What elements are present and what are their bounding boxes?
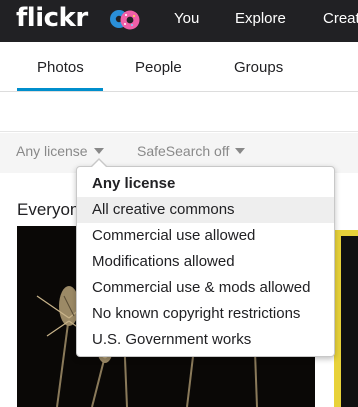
license-option-commercial[interactable]: Commercial use allowed <box>77 223 334 249</box>
license-option-any[interactable]: Any license <box>77 171 334 197</box>
search-type-tabs: Photos People Groups <box>0 42 358 92</box>
license-option-modifications[interactable]: Modifications allowed <box>77 249 334 275</box>
nav-explore-link[interactable]: Explore <box>235 10 286 27</box>
menu-pointer-fill <box>91 160 107 168</box>
photo-thumbnail[interactable] <box>334 230 358 407</box>
nav-you-link[interactable]: You <box>174 10 199 27</box>
donut-logo-icon[interactable] <box>107 5 143 33</box>
photo-thumbnail-image <box>341 236 358 407</box>
license-dropdown-menu: Any license All creative commons Commerc… <box>76 158 335 357</box>
safesearch-filter-label: SafeSearch off <box>137 143 230 159</box>
top-navigation-bar: flickr You Explore Create <box>0 0 358 42</box>
tab-groups[interactable]: Groups <box>234 59 283 76</box>
caret-down-icon <box>235 148 246 154</box>
license-option-all-creative-commons[interactable]: All creative commons <box>77 197 334 223</box>
caret-down-icon <box>93 148 104 154</box>
search-area <box>0 92 358 132</box>
license-option-us-government[interactable]: U.S. Government works <box>77 327 334 353</box>
tab-people[interactable]: People <box>135 59 182 76</box>
safesearch-filter-dropdown[interactable]: SafeSearch off <box>137 143 246 159</box>
active-tab-indicator <box>17 88 103 91</box>
nav-create-link[interactable]: Create <box>323 10 358 27</box>
license-filter-label: Any license <box>16 143 88 159</box>
tab-photos[interactable]: Photos <box>37 59 84 76</box>
license-filter-dropdown[interactable]: Any license <box>16 143 104 159</box>
license-option-no-copyright[interactable]: No known copyright restrictions <box>77 301 334 327</box>
license-option-commercial-mods[interactable]: Commercial use & mods allowed <box>77 275 334 301</box>
flickr-logo[interactable]: flickr <box>16 3 88 33</box>
